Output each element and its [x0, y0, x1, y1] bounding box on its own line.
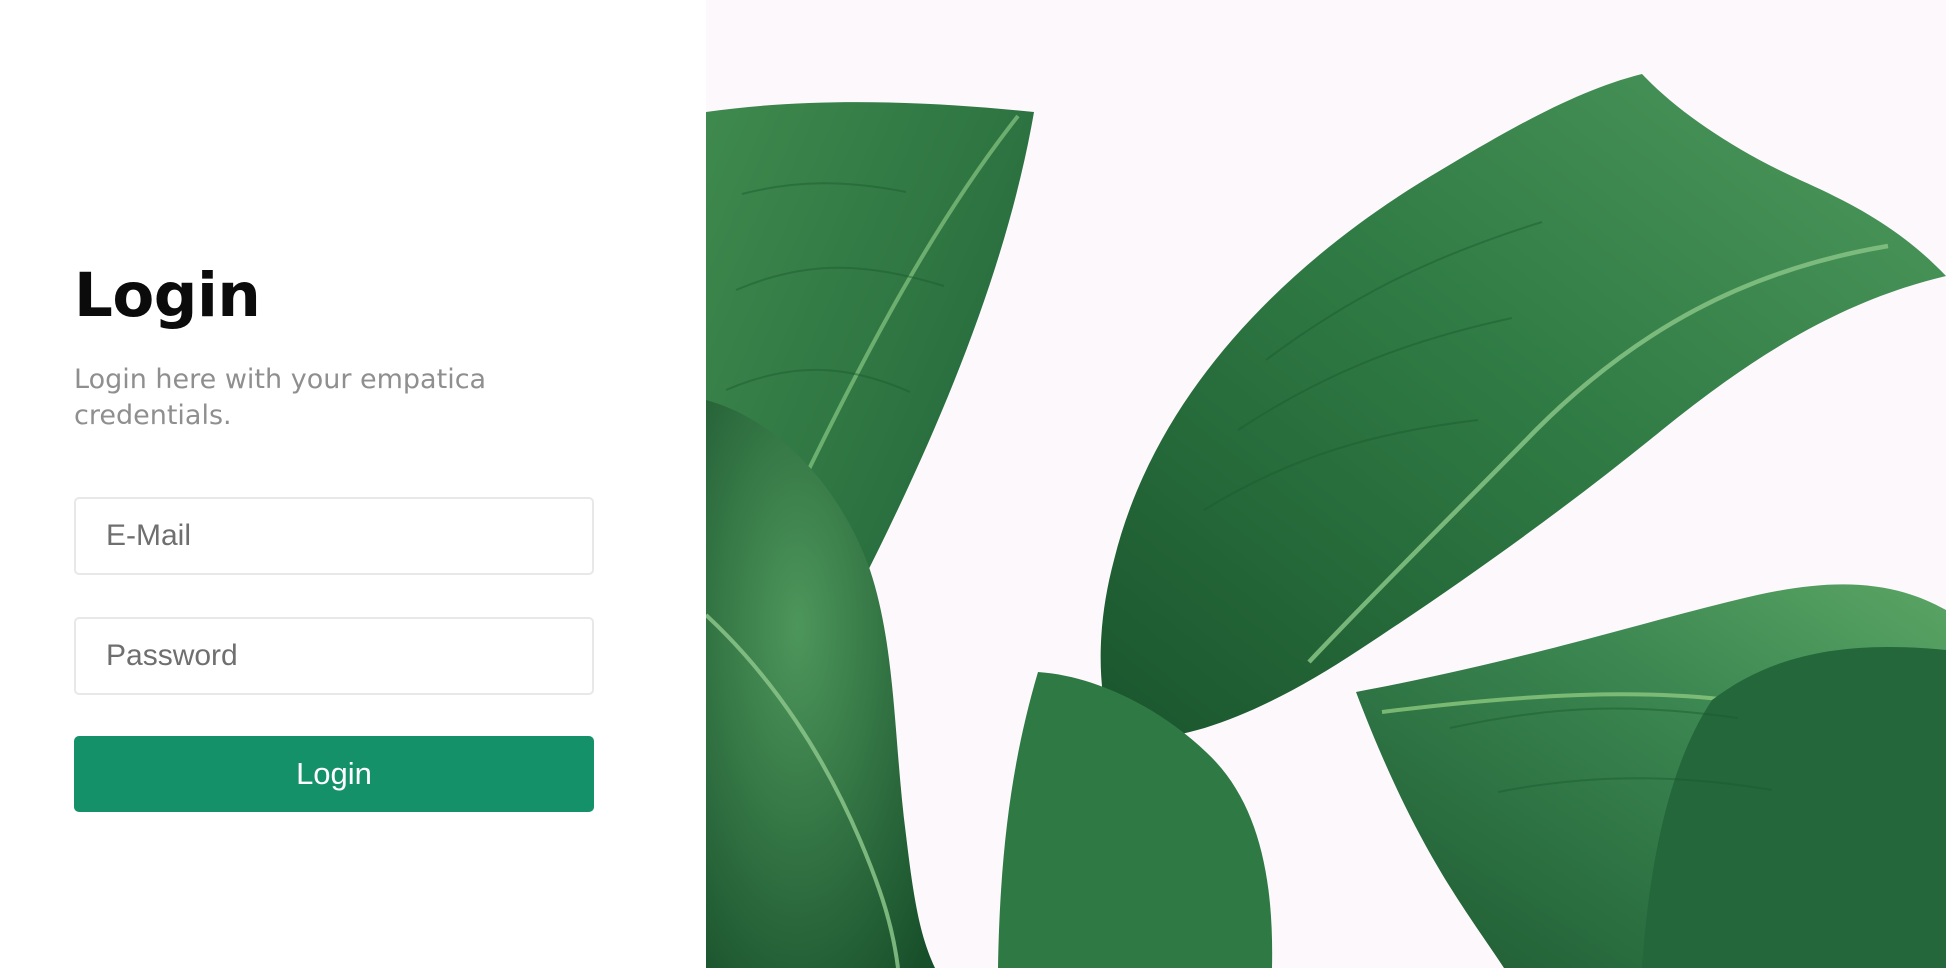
- login-subtitle: Login here with your empatica credential…: [74, 364, 487, 431]
- email-field[interactable]: [74, 497, 594, 575]
- login-page: Login Login here with your empatica cred…: [0, 0, 1946, 968]
- leaves-photo: [706, 0, 1946, 968]
- page-title: Login: [74, 260, 261, 331]
- login-button[interactable]: Login: [74, 736, 594, 812]
- login-panel: Login Login here with your empatica cred…: [0, 0, 706, 968]
- leaves-photo-panel: [706, 0, 1946, 968]
- password-field[interactable]: [74, 617, 594, 695]
